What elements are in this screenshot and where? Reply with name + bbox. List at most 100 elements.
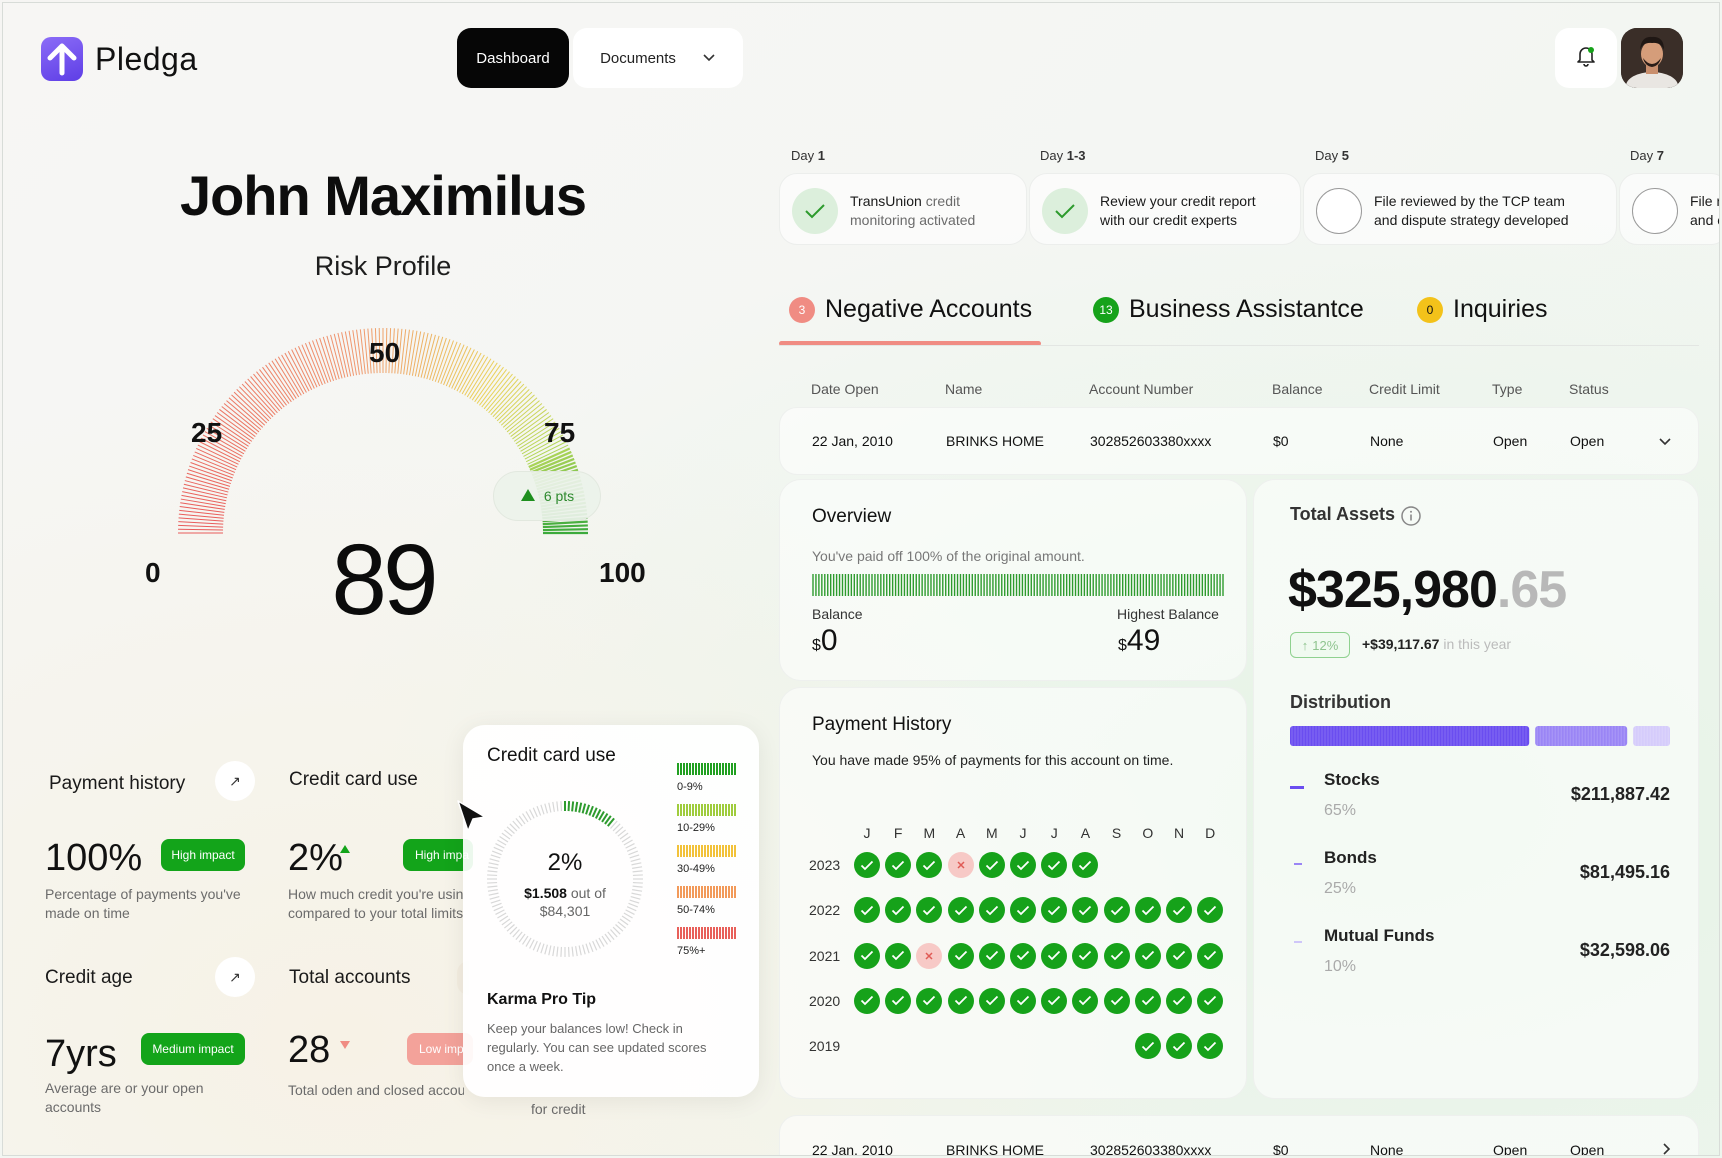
distribution-title: Distribution (1290, 692, 1391, 712)
balance-value: $0 (812, 624, 838, 657)
metric-hidden-desc: for credit (531, 1101, 586, 1117)
payment-on-time-icon (1010, 942, 1036, 969)
payment-history-title: Payment History (812, 714, 952, 735)
mouse-cursor-icon (455, 799, 489, 838)
table-row[interactable]: 22 Jan, 2010 BRINKS HOME 302852603380xxx… (779, 407, 1699, 475)
tab-inquiries[interactable]: 0 Inquiries (1417, 295, 1548, 324)
timeline-step[interactable]: File reviewed by the TCP team and disput… (1303, 173, 1617, 245)
popover-percent: 2% (547, 849, 583, 876)
distribution-item-pct: 10% (1324, 958, 1357, 975)
score-change-label: 6 pts (543, 488, 575, 504)
total-assets-amount: $325,980.65 (1288, 561, 1567, 619)
column-header: Account Number (1089, 381, 1194, 397)
highest-balance-label: Highest Balance (1117, 606, 1219, 622)
timeline-step-text: File r and c (1690, 193, 1720, 228)
up-triangle-icon (520, 488, 536, 505)
payment-on-time-icon (1103, 987, 1130, 1014)
cell-name: BRINKS HOME (946, 433, 1045, 449)
payment-on-time-icon (854, 942, 880, 969)
tab-negative-accounts[interactable]: 3 Negative Accounts (789, 295, 1032, 324)
payment-on-time-icon (1041, 942, 1068, 969)
payment-on-time-icon (947, 942, 974, 969)
legend-label: 0-9% (677, 781, 703, 793)
check-icon (1042, 188, 1088, 234)
payment-on-time-icon (1134, 897, 1161, 924)
cell-status: Open (1570, 1142, 1605, 1156)
tab-count-badge: 3 (789, 296, 815, 323)
year-label: 2022 (809, 902, 841, 919)
info-icon[interactable] (1400, 505, 1422, 532)
timeline-step[interactable]: File r and c (1619, 173, 1720, 245)
avatar[interactable] (1621, 28, 1683, 88)
column-header: Type (1492, 381, 1523, 397)
payment-on-time-icon (1166, 987, 1192, 1014)
tab-business-assistance[interactable]: 13 Business Assistantce (1093, 295, 1364, 324)
notification-button[interactable] (1555, 28, 1617, 88)
distribution-item-value: $81,495.16 (1579, 862, 1670, 882)
metric-payment-history-title: Payment history (49, 773, 186, 794)
metric-total-accounts-desc: Total oden and closed accou (288, 1082, 464, 1098)
app-frame: Pledga Dashboard Documents John Maximilu… (2, 2, 1720, 1156)
cell-type: Open (1493, 1142, 1528, 1156)
nav-dashboard-button[interactable]: Dashboard (457, 28, 569, 88)
cell-type: Open (1493, 433, 1528, 449)
payment-history-open-button[interactable]: ↗ (215, 761, 255, 801)
logo-icon (41, 37, 83, 81)
bell-icon (1576, 45, 1596, 72)
app-name: Pledga (95, 41, 198, 77)
legend-swatch (677, 886, 737, 898)
nav-documents-label: Documents (600, 49, 676, 67)
table-row[interactable]: 22 Jan, 2010 BRINKS HOME 302852603380xxx… (779, 1115, 1699, 1156)
payment-on-time-icon (947, 987, 974, 1014)
tab-count-badge: 0 (1417, 296, 1443, 323)
profile-subtitle: Risk Profile (314, 251, 452, 281)
payment-on-time-icon (978, 897, 1005, 924)
month-label: O (1142, 825, 1154, 841)
tabs-divider (779, 345, 1699, 346)
month-label: J (1019, 825, 1027, 841)
month-label: M (985, 825, 998, 841)
column-header: Date Open (811, 381, 879, 397)
payment-on-time-icon (1134, 1033, 1161, 1060)
up-triangle-icon (339, 841, 351, 859)
distribution-item-name: Mutual Funds (1324, 926, 1435, 945)
credit-age-open-button[interactable]: ↗ (215, 957, 255, 997)
legend-label: 50-74% (677, 904, 715, 916)
tab-count-badge: 13 (1093, 296, 1119, 323)
legend-swatch (677, 845, 737, 857)
profile-name: John Maximilus (179, 164, 587, 227)
payment-on-time-icon (1134, 942, 1161, 969)
cell-date: 22 Jan, 2010 (812, 433, 893, 449)
nav-documents-dropdown[interactable]: Documents (573, 28, 743, 88)
payment-on-time-icon (1103, 942, 1130, 969)
year-label: 2023 (809, 857, 841, 873)
timeline-day-4: Day 7 (1630, 148, 1664, 163)
column-header: Balance (1272, 381, 1323, 397)
gauge-label-25: 25 (191, 417, 223, 448)
overview-title: Overview (812, 506, 892, 527)
gauge-label-75: 75 (544, 417, 576, 448)
timeline-step[interactable]: TransUnion credit monitoring activated (779, 173, 1027, 245)
distribution-bar (1290, 726, 1670, 746)
timeline-step[interactable]: Review your credit report with our credi… (1029, 173, 1301, 245)
credit-card-use-popover: Credit card use 2% $1.508 out of $84,301… (463, 725, 759, 1097)
payment-on-time-icon (1197, 987, 1224, 1014)
column-header: Status (1569, 381, 1609, 397)
paid-off-progress-bar (812, 574, 1224, 596)
year-label: 2020 (809, 992, 841, 1009)
payment-on-time-icon (1197, 942, 1224, 969)
chevron-right-icon[interactable] (1662, 1142, 1672, 1155)
metric-total-accounts-value: 28 (288, 1029, 331, 1071)
pro-tip-text: Keep your balances low! Check in regularl… (487, 1021, 707, 1074)
impact-badge: High impact (161, 839, 245, 871)
overview-desc: You've paid off 100% of the original amo… (812, 548, 1085, 564)
cell-balance: $0 (1273, 1142, 1289, 1156)
payment-on-time-icon (885, 942, 912, 969)
chevron-down-icon[interactable] (1658, 434, 1672, 452)
down-triangle-icon (339, 1037, 351, 1055)
bonds-marker (1294, 863, 1302, 865)
cell-account-number: 302852603380xxxx (1090, 1142, 1212, 1156)
legend-label: 30-49% (677, 863, 715, 875)
payment-on-time-icon (1166, 942, 1192, 969)
timeline-step-text: File reviewed by the TCP team and disput… (1374, 193, 1569, 228)
